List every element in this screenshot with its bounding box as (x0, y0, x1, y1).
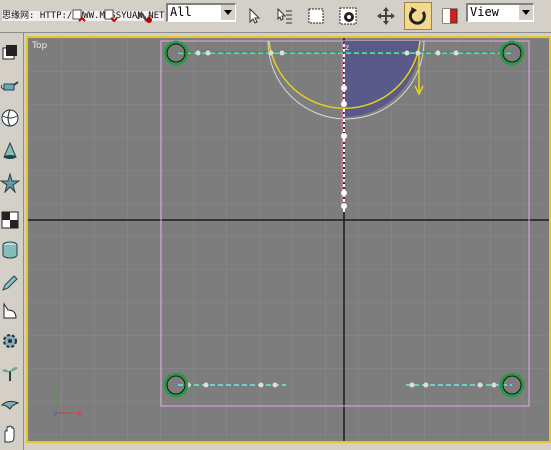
star-icon[interactable] (0, 173, 20, 193)
wire-node (453, 50, 459, 56)
pivot-node (341, 190, 347, 196)
viewport-grid (28, 38, 549, 441)
gear-icon[interactable] (0, 331, 20, 351)
plant-icon[interactable] (0, 363, 20, 383)
select-link-icon[interactable] (130, 2, 158, 30)
pivot-node (341, 101, 347, 107)
tripod-x-label: x (77, 409, 82, 418)
shape-icon[interactable] (0, 301, 20, 321)
wire-node (491, 382, 497, 388)
top-viewport[interactable]: z y x z Top (26, 36, 551, 443)
wire-node (258, 382, 264, 388)
viewport-label[interactable]: Top (32, 41, 47, 51)
sphere-icon[interactable] (0, 108, 20, 128)
viewport-bottom-bar (26, 443, 551, 450)
wire-node (268, 50, 274, 56)
pivot-node (341, 203, 347, 209)
redo-icon[interactable] (96, 2, 124, 30)
main-toolbar: 思缘网: HTTP://WWW.MISSYUAN.NET All View (0, 0, 551, 33)
wire-node (435, 50, 441, 56)
cone-icon[interactable] (0, 141, 20, 161)
undo-icon[interactable] (64, 2, 92, 30)
rectangular-region-icon[interactable] (302, 2, 330, 30)
pivot-node (341, 85, 347, 91)
reference-coordinate-value: View (470, 5, 499, 19)
wire-node (477, 382, 483, 388)
tripod-y-label: y (52, 381, 57, 390)
wire-node (409, 382, 415, 388)
select-by-name-icon[interactable] (270, 2, 298, 30)
wire-node (205, 50, 211, 56)
wire-node (415, 50, 421, 56)
wire-node (272, 382, 278, 388)
viewport-canvas[interactable]: z y x z (28, 38, 549, 441)
wire-node (279, 50, 285, 56)
wire-node (423, 382, 429, 388)
box-icon[interactable] (0, 43, 20, 63)
wire-node (404, 50, 410, 56)
gizmo-z-label: z (345, 43, 349, 52)
chevron-down-icon (220, 5, 235, 20)
hand-icon[interactable] (0, 424, 20, 444)
checker-icon[interactable] (0, 210, 20, 230)
chevron-down-icon (518, 5, 533, 20)
pivot-node (341, 133, 347, 139)
bird-icon[interactable] (0, 395, 20, 415)
left-tool-strip (0, 33, 24, 450)
select-object-icon[interactable] (240, 2, 268, 30)
rotate-icon[interactable] (404, 2, 432, 30)
max-application: 思缘网: HTTP://WWW.MISSYUAN.NET All View z … (0, 0, 551, 450)
window-crossing-icon[interactable] (334, 2, 362, 30)
cylinder-icon[interactable] (0, 240, 20, 260)
selection-filter-value: All (170, 5, 192, 19)
wire-node (195, 50, 201, 56)
pencil-icon[interactable] (0, 273, 20, 293)
scale-icon[interactable] (436, 2, 464, 30)
reference-coordinate-dropdown[interactable]: View (466, 3, 534, 22)
wire-node (203, 382, 209, 388)
move-icon[interactable] (372, 2, 400, 30)
tripod-z-label: z (53, 409, 57, 418)
teapot-icon[interactable] (0, 76, 20, 96)
selection-filter-dropdown[interactable]: All (166, 3, 236, 22)
